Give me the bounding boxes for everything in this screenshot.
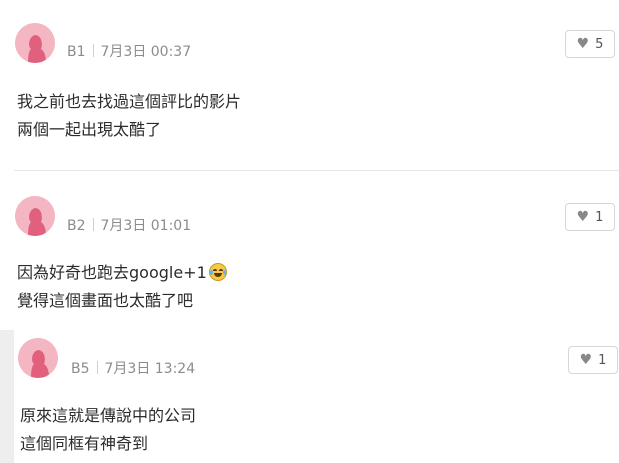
comment-meta: B5 7月3日 13:24 (71, 358, 195, 378)
avatar[interactable] (18, 338, 58, 378)
heart-icon: ♥ (579, 352, 593, 368)
comment-line: 這個同框有神奇到 (20, 434, 149, 453)
avatar[interactable] (15, 196, 55, 236)
meta-separator (92, 218, 94, 231)
username-redacted (66, 193, 136, 209)
heart-icon: ♥ (576, 209, 590, 225)
avatar[interactable] (15, 23, 55, 63)
floor-label: B5 (71, 361, 90, 377)
comment-line: 因為好奇也跑去google+1 (17, 263, 207, 282)
comment-date: 7月3日 13:24 (104, 361, 196, 377)
comment-content: 因為好奇也跑去google+1 覺得這個畫面也太酷了吧 (17, 259, 227, 315)
female-avatar-icon (15, 23, 55, 63)
comment-divider (14, 170, 619, 171)
meta-separator (92, 44, 94, 57)
like-count: 1 (598, 352, 607, 368)
meta-separator (96, 361, 98, 374)
like-button[interactable]: ♥ 1 (568, 346, 618, 374)
username-redacted (69, 336, 139, 352)
like-count: 1 (595, 209, 604, 225)
floor-label: B2 (67, 218, 86, 234)
like-button[interactable]: ♥ 1 (565, 203, 615, 231)
comment-line: 原來這就是傳說中的公司 (20, 406, 197, 425)
heart-icon: ♥ (576, 36, 590, 52)
female-avatar-icon (18, 338, 58, 378)
female-avatar-icon (15, 196, 55, 236)
comment-date: 7月3日 00:37 (100, 44, 192, 60)
comment-date: 7月3日 01:01 (100, 218, 192, 234)
comment-meta: B1 7月3日 00:37 (67, 41, 191, 61)
comment-line: 覺得這個畫面也太酷了吧 (17, 291, 194, 310)
comment-line-with-emoji: 因為好奇也跑去google+1 (17, 259, 227, 287)
comment-line: 兩個一起出現太酷了 (17, 120, 162, 139)
comment-content: 我之前也去找過這個評比的影片 兩個一起出現太酷了 (17, 88, 241, 144)
username-redacted (66, 18, 136, 34)
comment-line: 我之前也去找過這個評比的影片 (17, 92, 242, 111)
left-edge-strip (0, 330, 14, 463)
comment-content: 原來這就是傳說中的公司 這個同框有神奇到 (20, 402, 196, 458)
comment-meta: B2 7月3日 01:01 (67, 215, 191, 235)
like-button[interactable]: ♥ 5 (565, 30, 615, 58)
laughing-with-tears-emoji-icon (208, 263, 227, 281)
floor-label: B1 (67, 44, 86, 60)
like-count: 5 (595, 36, 604, 52)
